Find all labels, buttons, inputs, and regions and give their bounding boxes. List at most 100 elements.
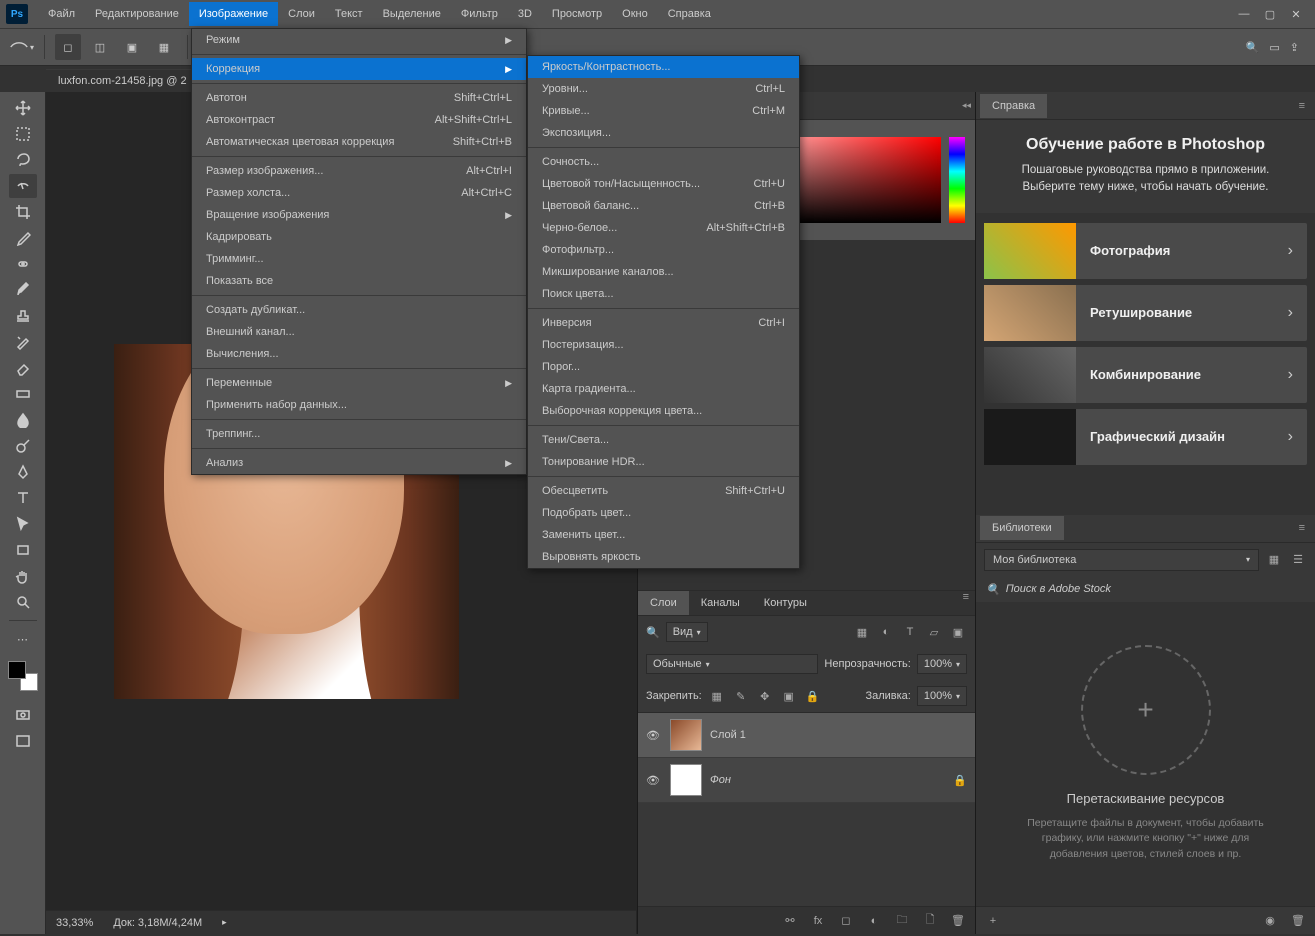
hue-slider[interactable]: [949, 137, 965, 223]
menu-duplicate[interactable]: Создать дубликат...: [192, 299, 526, 321]
menu-window[interactable]: Окно: [612, 2, 658, 26]
marquee-tool-icon[interactable]: [9, 122, 37, 146]
color-swatches[interactable]: [8, 661, 38, 691]
close-button[interactable]: ✕: [1283, 4, 1309, 24]
healing-tool-icon[interactable]: [9, 252, 37, 276]
layers-tab[interactable]: Слои: [638, 591, 689, 615]
menu-brightness-contrast[interactable]: Яркость/Контрастность...: [528, 56, 799, 78]
menu-selective-color[interactable]: Выборочная коррекция цвета...: [528, 400, 799, 422]
layer-row[interactable]: 👁 Слой 1: [638, 713, 975, 758]
delete-layer-icon[interactable]: 🗑: [949, 912, 967, 930]
lasso-intersect-icon[interactable]: ▦: [151, 34, 177, 60]
filter-pixel-icon[interactable]: ▦: [853, 623, 871, 641]
menu-trim[interactable]: Тримминг...: [192, 248, 526, 270]
menu-color-balance[interactable]: Цветовой баланс...Ctrl+B: [528, 195, 799, 217]
menu-edit[interactable]: Редактирование: [85, 2, 189, 26]
menu-type[interactable]: Текст: [325, 2, 373, 26]
library-search[interactable]: 🔍Поиск в Adobe Stock: [976, 577, 1315, 602]
library-select[interactable]: Моя библиотека▾: [984, 549, 1259, 571]
list-view-icon[interactable]: ☰: [1289, 551, 1307, 569]
layer-filter-select[interactable]: Вид▾: [666, 622, 708, 642]
lock-artboard-icon[interactable]: ▣: [780, 687, 798, 705]
menu-photo-filter[interactable]: Фотофильтр...: [528, 239, 799, 261]
menu-desaturate[interactable]: ОбесцветитьShift+Ctrl+U: [528, 480, 799, 502]
menu-image-rotation[interactable]: Вращение изображения▶: [192, 204, 526, 226]
layer-name[interactable]: Фон: [710, 774, 945, 786]
menu-hue-saturation[interactable]: Цветовой тон/Насыщенность...Ctrl+U: [528, 173, 799, 195]
menu-view[interactable]: Просмотр: [542, 2, 612, 26]
menu-auto-contrast[interactable]: АвтоконтрастAlt+Shift+Ctrl+L: [192, 109, 526, 131]
zoom-tool-icon[interactable]: [9, 590, 37, 614]
library-drop-zone[interactable]: + Перетаскивание ресурсов Перетащите фай…: [976, 602, 1315, 907]
blur-tool-icon[interactable]: [9, 408, 37, 432]
layer-style-icon[interactable]: fx: [809, 912, 827, 930]
lock-trans-icon[interactable]: ▦: [708, 687, 726, 705]
lasso-sub-icon[interactable]: ▣: [119, 34, 145, 60]
menu-curves[interactable]: Кривые...Ctrl+M: [528, 100, 799, 122]
hand-tool-icon[interactable]: [9, 564, 37, 588]
menu-mode[interactable]: Режим▶: [192, 29, 526, 51]
menu-invert[interactable]: ИнверсияCtrl+I: [528, 312, 799, 334]
menu-levels[interactable]: Уровни...Ctrl+L: [528, 78, 799, 100]
maximize-button[interactable]: ▢: [1257, 4, 1283, 24]
screen-mode-icon[interactable]: ▭: [1269, 41, 1279, 54]
menu-replace-color[interactable]: Заменить цвет...: [528, 524, 799, 546]
menu-auto-color[interactable]: Автоматическая цветовая коррекцияShift+C…: [192, 131, 526, 153]
fill-input[interactable]: 100%▾: [917, 686, 967, 706]
menu-channel-mixer[interactable]: Микширование каналов...: [528, 261, 799, 283]
shape-tool-icon[interactable]: [9, 538, 37, 562]
adjustment-layer-icon[interactable]: ◐: [865, 912, 883, 930]
filter-type-icon[interactable]: T: [901, 623, 919, 641]
menu-calculations[interactable]: Вычисления...: [192, 343, 526, 365]
topic-combine[interactable]: Комбинирование›: [984, 347, 1307, 403]
layer-row[interactable]: 👁 Фон 🔒: [638, 758, 975, 803]
eyedropper-tool-icon[interactable]: [9, 226, 37, 250]
menu-exposure[interactable]: Экспозиция...: [528, 122, 799, 144]
menu-posterize[interactable]: Постеризация...: [528, 334, 799, 356]
menu-threshold[interactable]: Порог...: [528, 356, 799, 378]
visibility-icon[interactable]: 👁: [646, 729, 662, 742]
menu-filter[interactable]: Фильтр: [451, 2, 508, 26]
stamp-tool-icon[interactable]: [9, 304, 37, 328]
delete-icon[interactable]: 🗑: [1289, 912, 1307, 930]
edit-toolbar-icon[interactable]: ⋯: [9, 627, 37, 651]
menu-select[interactable]: Выделение: [373, 2, 451, 26]
menu-shadows-highlights[interactable]: Тени/Света...: [528, 429, 799, 451]
grid-view-icon[interactable]: ▦: [1265, 551, 1283, 569]
new-layer-icon[interactable]: 🗋: [921, 912, 939, 930]
filter-smart-icon[interactable]: ▣: [949, 623, 967, 641]
topic-design[interactable]: Графический дизайн›: [984, 409, 1307, 465]
visibility-icon[interactable]: 👁: [646, 774, 662, 787]
panel-menu-icon[interactable]: ≡: [1293, 100, 1311, 112]
menu-auto-tone[interactable]: АвтотонShift+Ctrl+L: [192, 87, 526, 109]
zoom-level[interactable]: 33,33%: [56, 917, 93, 929]
menu-vibrance[interactable]: Сочность...: [528, 151, 799, 173]
help-tab[interactable]: Справка: [980, 94, 1047, 118]
eraser-tool-icon[interactable]: [9, 356, 37, 380]
menu-image-size[interactable]: Размер изображения...Alt+Ctrl+I: [192, 160, 526, 182]
menu-color-lookup[interactable]: Поиск цвета...: [528, 283, 799, 305]
menu-layer[interactable]: Слои: [278, 2, 325, 26]
menu-equalize[interactable]: Выровнять яркость: [528, 546, 799, 568]
menu-3d[interactable]: 3D: [508, 2, 542, 26]
tool-preset-icon[interactable]: ▾: [8, 34, 34, 60]
type-tool-icon[interactable]: [9, 486, 37, 510]
document-tab[interactable]: luxfon.com-21458.jpg @ 2: [46, 69, 199, 92]
dodge-tool-icon[interactable]: [9, 434, 37, 458]
search-icon[interactable]: 🔍: [1246, 41, 1260, 54]
path-select-tool-icon[interactable]: [9, 512, 37, 536]
share-icon[interactable]: ⇪: [1290, 41, 1299, 54]
menu-analysis[interactable]: Анализ▶: [192, 452, 526, 474]
opacity-input[interactable]: 100%▾: [917, 654, 967, 674]
cc-sync-icon[interactable]: ◉: [1261, 912, 1279, 930]
history-brush-tool-icon[interactable]: [9, 330, 37, 354]
screen-mode-tool-icon[interactable]: [9, 729, 37, 753]
lasso-tool-icon[interactable]: [9, 148, 37, 172]
menu-apply-image[interactable]: Внешний канал...: [192, 321, 526, 343]
topic-photography[interactable]: Фотография›: [984, 223, 1307, 279]
menu-variables[interactable]: Переменные▶: [192, 372, 526, 394]
topic-retouch[interactable]: Ретуширование›: [984, 285, 1307, 341]
menu-black-white[interactable]: Черно-белое...Alt+Shift+Ctrl+B: [528, 217, 799, 239]
menu-match-color[interactable]: Подобрать цвет...: [528, 502, 799, 524]
filter-shape-icon[interactable]: ▱: [925, 623, 943, 641]
